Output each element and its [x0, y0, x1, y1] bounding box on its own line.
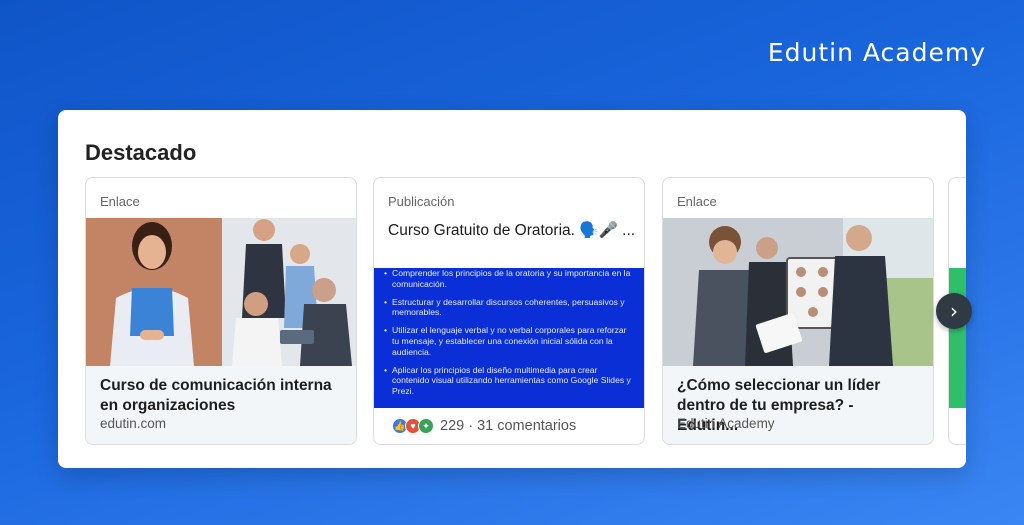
card-image-communication[interactable]	[86, 218, 356, 366]
featured-panel: Destacado Enlace Curso de comunicación i…	[58, 110, 966, 468]
celebrate-reaction-icon: ✦	[418, 418, 434, 434]
card-type-label: Publicación	[388, 194, 455, 209]
carousel-next-button[interactable]: ›	[936, 293, 972, 329]
post-image[interactable]: Comprender los principios de la oratoria…	[374, 268, 644, 408]
chevron-right-icon: ›	[950, 299, 958, 323]
card-subtitle: Edutin Academy	[677, 416, 775, 431]
card-title[interactable]: Curso de comunicación interna en organiz…	[100, 376, 340, 416]
card-subtitle: edutin.com	[100, 416, 167, 431]
post-image-bullet: Comprender los principios de la oratoria…	[384, 268, 632, 290]
card-type-label: Enlace	[100, 194, 140, 209]
featured-card-link-1[interactable]: Enlace Curso de comunicación interna en …	[85, 177, 357, 445]
post-image-bullet: Utilizar el lenguaje verbal y no verbal …	[384, 325, 632, 357]
card-image-leader[interactable]	[663, 218, 933, 366]
brand-logo-text: Edutin Academy	[767, 38, 986, 67]
card-type-label: Enlace	[677, 194, 717, 209]
featured-card-link-2[interactable]: Enlace ¿Cómo seleccionar un líder dentro…	[662, 177, 934, 445]
featured-card-post[interactable]: Publicación Curso Gratuito de Oratoria. …	[373, 177, 645, 445]
post-image-bullet: Aplicar los principios del diseño multim…	[384, 365, 632, 397]
post-image-bullet: Estructurar y desarrollar discursos cohe…	[384, 297, 632, 319]
post-stats-text: 229 · 31 comentarios	[440, 418, 577, 434]
post-title[interactable]: Curso Gratuito de Oratoria. 🗣️🎤 ...	[388, 220, 638, 241]
featured-title: Destacado	[85, 140, 197, 165]
post-reactions[interactable]: 👍 ♥ ✦ 229 · 31 comentarios	[392, 418, 576, 434]
